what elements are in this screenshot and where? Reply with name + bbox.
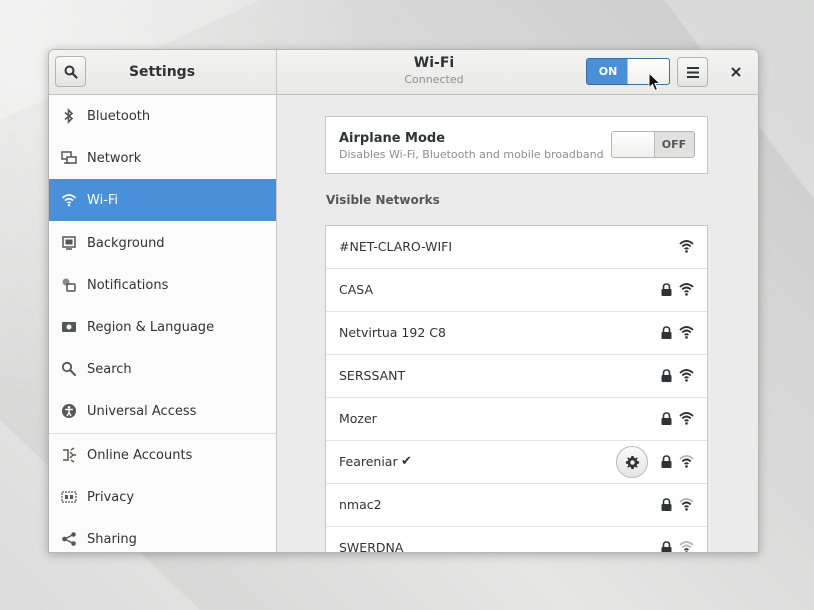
- sidebar-item-label: Privacy: [87, 489, 135, 505]
- sidebar-item-universal-access[interactable]: Universal Access: [49, 390, 276, 432]
- network-name: nmac2: [339, 497, 382, 512]
- airplane-mode-switch[interactable]: OFF: [611, 131, 695, 158]
- sidebar-item-region-language[interactable]: Region & Language: [49, 306, 276, 348]
- sidebar-item-notifications[interactable]: Notifications: [49, 264, 276, 306]
- airplane-mode-subtitle: Disables Wi-Fi, Bluetooth and mobile bro…: [339, 148, 604, 161]
- sidebar-item-label: Network: [87, 150, 142, 166]
- network-name: Mozer: [339, 411, 377, 426]
- wifi-signal-strong-icon: [679, 283, 694, 296]
- network-row[interactable]: Mozer: [326, 398, 707, 441]
- panel-title: Wi-Fi: [413, 55, 455, 71]
- sidebar-item-label: Bluetooth: [87, 108, 151, 124]
- wifi-panel: Airplane Mode Disables Wi-Fi, Bluetooth …: [277, 95, 758, 552]
- sidebar-item-sharing[interactable]: Sharing: [49, 518, 276, 552]
- wifi-signal-weak-icon: [679, 541, 694, 552]
- close-icon: [731, 67, 741, 77]
- network-name: SERSSANT: [339, 368, 406, 383]
- search-icon: [61, 361, 76, 376]
- menu-button[interactable]: [677, 57, 708, 87]
- airplane-switch-knob: [612, 132, 655, 157]
- universal-access-icon: [62, 404, 76, 418]
- search-icon: [64, 65, 78, 79]
- privacy-icon: [61, 491, 77, 503]
- sidebar-item-online-accounts[interactable]: Online Accounts: [49, 434, 276, 476]
- wifi-signal-medium-icon: [679, 455, 694, 468]
- network-row-connected[interactable]: Feareniar ✔: [326, 441, 707, 484]
- network-row[interactable]: SWERDNA: [326, 527, 707, 552]
- sidebar: Bluetooth Network Wi-Fi Background Notif…: [49, 95, 277, 552]
- online-accounts-icon: [63, 447, 76, 463]
- sidebar-item-wifi[interactable]: Wi-Fi: [49, 179, 276, 221]
- wifi-signal-strong-icon: [679, 326, 694, 339]
- app-title: Settings: [128, 64, 196, 80]
- wifi-toggle-label: ON: [598, 65, 618, 78]
- lock-icon: [661, 412, 672, 425]
- sidebar-item-label: Wi-Fi: [87, 192, 119, 208]
- sidebar-header: Settings: [49, 50, 277, 94]
- lock-icon: [661, 369, 672, 382]
- airplane-switch-label: OFF: [661, 138, 687, 151]
- sidebar-item-label: Background: [87, 235, 165, 251]
- sidebar-item-search[interactable]: Search: [49, 348, 276, 390]
- wifi-signal-strong-icon: [679, 369, 694, 382]
- background-icon: [62, 236, 76, 250]
- lock-icon: [661, 541, 672, 552]
- airplane-mode-row: Airplane Mode Disables Wi-Fi, Bluetooth …: [325, 116, 708, 174]
- search-button[interactable]: [55, 56, 86, 87]
- visible-networks-heading: Visible Networks: [326, 193, 440, 207]
- sidebar-item-label: Sharing: [87, 531, 137, 547]
- network-row[interactable]: #NET-CLARO-WIFI: [326, 226, 707, 269]
- lock-icon: [661, 283, 672, 296]
- wifi-signal-strong-icon: [679, 412, 694, 425]
- network-row[interactable]: nmac2: [326, 484, 707, 527]
- sidebar-item-label: Notifications: [87, 277, 169, 293]
- network-name: #NET-CLARO-WIFI: [339, 239, 453, 254]
- network-row[interactable]: SERSSANT: [326, 355, 707, 398]
- close-button[interactable]: [723, 57, 749, 87]
- notifications-icon: [62, 278, 76, 292]
- gear-icon: [625, 455, 639, 469]
- network-list: #NET-CLARO-WIFI CASA Netvirtua 192 C8 SE…: [325, 225, 708, 552]
- network-settings-button[interactable]: [616, 446, 648, 478]
- network-row[interactable]: CASA: [326, 269, 707, 312]
- network-icon: [61, 151, 77, 164]
- network-name: SWERDNA: [339, 540, 404, 552]
- sidebar-item-network[interactable]: Network: [49, 137, 276, 179]
- airplane-mode-title: Airplane Mode: [339, 131, 446, 146]
- panel-subtitle: Connected: [404, 73, 464, 86]
- hamburger-menu-icon: [686, 66, 699, 78]
- network-name: Feareniar: [339, 454, 398, 469]
- network-name: Netvirtua 192 C8: [339, 325, 446, 340]
- sharing-icon: [62, 532, 76, 546]
- region-icon: [62, 322, 76, 332]
- sidebar-item-label: Search: [87, 361, 132, 377]
- sidebar-item-label: Online Accounts: [87, 447, 193, 463]
- lock-icon: [661, 455, 672, 468]
- wifi-icon: [61, 194, 77, 207]
- sidebar-item-bluetooth[interactable]: Bluetooth: [49, 95, 276, 137]
- settings-window: Settings Wi-Fi Connected ON Bluetooth Ne…: [48, 49, 759, 553]
- sidebar-item-background[interactable]: Background: [49, 222, 276, 264]
- sidebar-item-privacy[interactable]: Privacy: [49, 476, 276, 518]
- sidebar-item-label: Universal Access: [87, 403, 197, 419]
- lock-icon: [661, 326, 672, 339]
- network-row[interactable]: Netvirtua 192 C8: [326, 312, 707, 355]
- wifi-signal-strong-icon: [679, 240, 694, 253]
- bluetooth-icon: [64, 108, 74, 124]
- wifi-signal-medium-icon: [679, 498, 694, 511]
- network-name: CASA: [339, 282, 373, 297]
- sidebar-item-label: Region & Language: [87, 319, 215, 335]
- mouse-pointer-icon: [648, 72, 662, 92]
- connected-check-icon: ✔: [401, 454, 412, 469]
- lock-icon: [661, 498, 672, 511]
